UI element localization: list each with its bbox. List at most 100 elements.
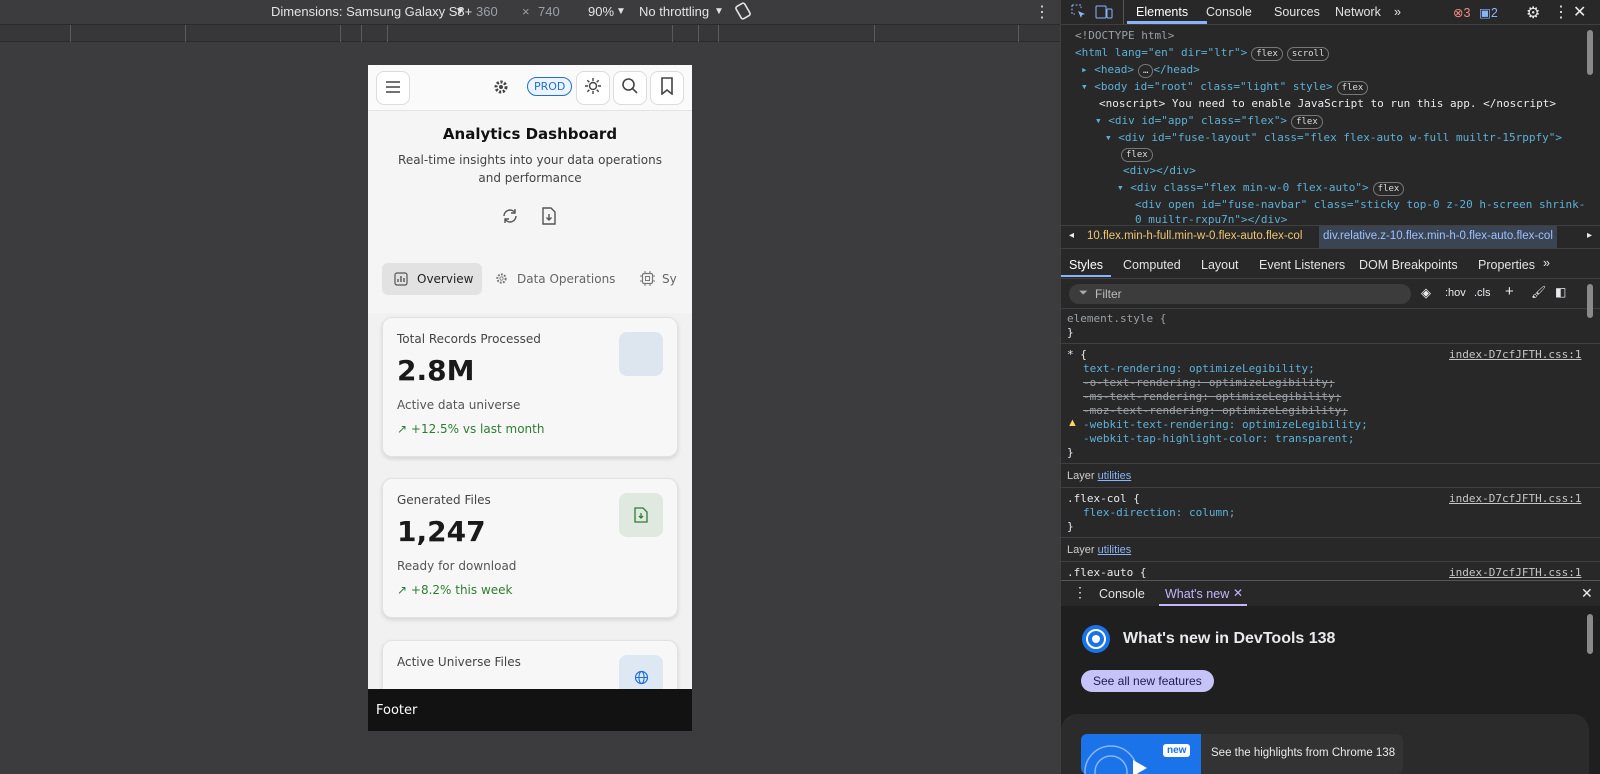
tab-elements[interactable]: Elements — [1136, 5, 1188, 19]
error-count[interactable]: ⊗3 — [1453, 5, 1470, 20]
dom-doctype[interactable]: <!DOCTYPE html> — [1075, 29, 1174, 42]
flex-auto-selector[interactable]: .flex-auto { — [1067, 566, 1146, 579]
refresh-icon[interactable] — [501, 207, 519, 229]
stat-description: Ready for download — [397, 559, 517, 573]
tab-styles[interactable]: Styles — [1069, 258, 1103, 272]
declaration[interactable]: -o-text-rendering: optimizeLegibility; — [1083, 376, 1335, 389]
rule-source-link[interactable]: index-D7cfJFTH.css:1 — [1449, 492, 1581, 505]
drawer-tab-console[interactable]: Console — [1099, 587, 1145, 601]
dom-scrollbar[interactable] — [1587, 30, 1593, 75]
styles-filter-input[interactable]: ⏷ Filter — [1069, 284, 1411, 304]
stat-label: Active Universe Files — [397, 655, 521, 669]
declaration[interactable]: -webkit-text-rendering: optimizeLegibili… — [1083, 418, 1368, 431]
gear-icon — [494, 271, 509, 290]
rule-source-link[interactable]: index-D7cfJFTH.css:1 — [1449, 566, 1581, 579]
declaration[interactable]: -moz-text-rendering: optimizeLegibility; — [1083, 404, 1348, 417]
whats-new-title: What's new in DevTools 138 — [1123, 630, 1336, 647]
declaration[interactable]: -ms-text-rendering: optimizeLegibility; — [1083, 390, 1341, 403]
declaration[interactable]: text-rendering: optimizeLegibility; — [1083, 362, 1315, 375]
hov-toggle[interactable]: :hov — [1445, 287, 1466, 299]
layers-icon[interactable]: ◈ — [1421, 285, 1431, 301]
tab-console[interactable]: Console — [1206, 5, 1252, 19]
element-style-rule[interactable]: element.style { — [1067, 312, 1166, 325]
rule-close: } — [1067, 446, 1074, 459]
add-rule-icon[interactable]: + — [1505, 283, 1514, 300]
tab-system[interactable]: Sy — [640, 263, 692, 295]
times-symbol: × — [522, 4, 530, 19]
device-width-input[interactable]: 360 — [476, 4, 498, 19]
cls-toggle[interactable]: .cls — [1474, 287, 1491, 299]
theme-toggle-button[interactable] — [576, 71, 610, 105]
stat-card-total-records: Total Records Processed 2.8M Active data… — [382, 317, 678, 457]
bookmark-button[interactable] — [650, 71, 684, 105]
dom-node-html[interactable]: <html lang="en" dir="ltr"> flex scroll — [1075, 46, 1330, 61]
drawer-scrollbar[interactable] — [1587, 614, 1593, 654]
flex-col-selector[interactable]: .flex-col { — [1067, 492, 1140, 505]
stat-label: Total Records Processed — [397, 332, 541, 346]
dom-node-div[interactable]: <div></div> — [1123, 164, 1196, 177]
more-tabs-icon[interactable]: » — [1394, 5, 1401, 19]
tab-properties[interactable]: Properties — [1478, 258, 1535, 272]
more-tabs-icon[interactable]: » — [1543, 256, 1550, 270]
close-tab-icon[interactable]: ✕ — [1233, 586, 1243, 600]
close-drawer-icon[interactable]: ✕ — [1581, 585, 1593, 602]
drawer-menu-icon[interactable]: ⋮ — [1073, 584, 1087, 601]
device-toolbar-icon[interactable] — [1095, 4, 1113, 23]
env-badge: PROD — [527, 77, 573, 96]
zoom-select[interactable]: 90% — [588, 4, 614, 19]
declaration[interactable]: flex-direction: column; — [1083, 506, 1235, 519]
paint-brush-icon[interactable]: 🖌 — [1531, 285, 1546, 299]
dom-node-body[interactable]: ▾ <body id="root" class="light" style> fl… — [1081, 80, 1369, 95]
drawer-tab-whats-new[interactable]: What's new — [1165, 587, 1229, 601]
breadcrumb-item-selected[interactable]: div.relative.z-10.flex.min-h-0.flex-auto… — [1319, 226, 1557, 248]
stat-label: Generated Files — [397, 493, 491, 507]
more-options-icon[interactable]: ⋮ — [1034, 2, 1050, 22]
more-options-icon[interactable]: ⋮ — [1553, 2, 1569, 22]
dom-node-fuse-layout[interactable]: ▾ <div id="fuse-layout" class="flex flex… — [1105, 131, 1562, 144]
declaration[interactable]: -webkit-tap-highlight-color: transparent… — [1083, 432, 1355, 445]
see-all-features-button[interactable]: See all new features — [1081, 670, 1214, 692]
whats-new-panel: What's new in DevTools 138 See all new f… — [1061, 606, 1600, 774]
gear-icon[interactable] — [492, 78, 510, 100]
rule-close: } — [1067, 326, 1074, 339]
device-height-input[interactable]: 740 — [538, 4, 560, 19]
dom-node-noscript[interactable]: <noscript> You need to enable JavaScript… — [1099, 97, 1556, 110]
styles-scrollbar[interactable] — [1587, 284, 1593, 318]
tab-dom-breakpoints[interactable]: DOM Breakpoints — [1359, 258, 1458, 272]
dom-node-flex-min[interactable]: ▾ <div class="flex min-w-0 flex-auto"> fl… — [1117, 181, 1405, 196]
tab-computed[interactable]: Computed — [1123, 258, 1181, 272]
scroll-left-icon[interactable]: ◂ — [1069, 230, 1074, 241]
device-dimensions-select[interactable]: Dimensions: Samsung Galaxy S8+ — [271, 4, 472, 19]
tab-sources[interactable]: Sources — [1274, 5, 1320, 19]
search-button[interactable] — [613, 71, 647, 105]
dom-node-navbar[interactable]: <div open id="fuse-navbar" class="sticky… — [1135, 198, 1585, 211]
star-rule-selector[interactable]: * { — [1067, 348, 1087, 361]
settings-icon[interactable]: ⚙ — [1526, 3, 1540, 23]
chevron-down-icon[interactable]: ▼ — [714, 6, 724, 17]
breadcrumb-item[interactable]: 10.flex.min-h-full.min-w-0.flex-auto.fle… — [1087, 230, 1302, 242]
download-file-icon[interactable] — [541, 207, 557, 229]
chevron-down-icon[interactable]: ▼ — [455, 6, 465, 17]
rotate-icon[interactable] — [733, 1, 753, 24]
menu-button[interactable] — [376, 71, 410, 105]
inspect-element-icon[interactable] — [1071, 4, 1087, 23]
throttling-select[interactable]: No throttling — [639, 4, 709, 19]
breadcrumb: ◂ 10.flex.min-h-full.min-w-0.flex-auto.f… — [1061, 225, 1600, 249]
tab-layout[interactable]: Layout — [1201, 258, 1239, 272]
dom-node-app[interactable]: ▾ <div id="app" class="flex"> flex — [1095, 114, 1323, 129]
scroll-right-icon[interactable]: ▸ — [1587, 230, 1592, 241]
highlights-text: See the highlights from Chrome 138 — [1211, 747, 1396, 759]
tab-data-operations[interactable]: Data Operations — [494, 263, 618, 295]
filter-placeholder: Filter — [1095, 287, 1122, 301]
rule-source-link[interactable]: index-D7cfJFTH.css:1 — [1449, 348, 1581, 361]
chevron-down-icon[interactable]: ▼ — [616, 6, 626, 17]
message-count[interactable]: ▣2 — [1479, 5, 1498, 20]
tab-network[interactable]: Network — [1335, 5, 1381, 19]
layer-heading: Layer utilities — [1067, 544, 1132, 556]
sidebar-toggle-icon[interactable]: ◧ — [1555, 285, 1566, 299]
dom-node-head[interactable]: ▸ <head>… </head> — [1081, 63, 1200, 78]
close-icon[interactable]: ✕ — [1573, 2, 1586, 22]
highlights-link[interactable]: new See the highlights from Chrome 138 — [1081, 734, 1403, 774]
tab-event-listeners[interactable]: Event Listeners — [1259, 258, 1345, 272]
tab-overview[interactable]: Overview — [382, 263, 482, 295]
